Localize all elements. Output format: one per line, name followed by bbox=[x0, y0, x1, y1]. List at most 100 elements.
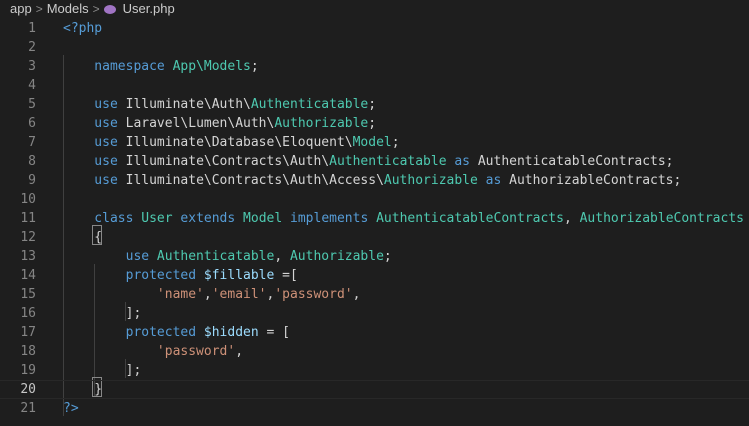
code-text: ]; bbox=[63, 361, 142, 380]
code-token: use bbox=[63, 135, 126, 150]
code-token: 'name' bbox=[63, 287, 204, 302]
code-text: 'name','email','password', bbox=[63, 285, 361, 304]
chevron-right-icon: > bbox=[35, 1, 43, 16]
breadcrumb-app[interactable]: app bbox=[10, 1, 32, 16]
code-text: ]; bbox=[63, 304, 142, 323]
line-number: 1 bbox=[28, 21, 36, 36]
line-number: 5 bbox=[28, 97, 36, 112]
code-line[interactable]: 4 bbox=[0, 76, 749, 95]
code-line[interactable]: 2 bbox=[0, 38, 749, 57]
line-number: 21 bbox=[20, 401, 36, 416]
code-text: use Laravel\Lumen\Auth\Authorizable; bbox=[63, 114, 376, 133]
code-line[interactable]: 9 use Illuminate\Contracts\Auth\Access\A… bbox=[0, 171, 749, 190]
code-text: { bbox=[63, 228, 102, 247]
chevron-right-icon: > bbox=[92, 1, 100, 16]
code-text: use Illuminate\Contracts\Auth\Authentica… bbox=[63, 152, 673, 171]
code-line[interactable]: 19 ]; bbox=[0, 361, 749, 380]
code-token: as bbox=[446, 154, 478, 169]
code-line[interactable]: 7 use Illuminate\Database\Eloquent\Model… bbox=[0, 133, 749, 152]
code-token: 'password' bbox=[274, 287, 353, 302]
code-text: } bbox=[63, 380, 102, 399]
code-token: Authenticatable bbox=[329, 154, 447, 169]
code-line[interactable]: 20 } bbox=[0, 380, 749, 399]
code-token: implements bbox=[282, 211, 377, 226]
code-line[interactable]: 5 use Illuminate\Auth\Authenticatable; bbox=[0, 95, 749, 114]
code-token: use bbox=[63, 173, 126, 188]
code-token: ?> bbox=[63, 401, 79, 416]
code-token: { bbox=[63, 230, 103, 245]
code-text: 'password', bbox=[63, 342, 243, 361]
code-token: Authenticatable bbox=[156, 249, 275, 264]
line-number: 7 bbox=[28, 135, 36, 150]
line-number: 19 bbox=[20, 363, 36, 378]
code-line[interactable]: 17 protected $hidden = [ bbox=[0, 323, 749, 342]
code-token: use bbox=[63, 116, 126, 131]
code-line[interactable]: 6 use Laravel\Lumen\Auth\Authorizable; bbox=[0, 114, 749, 133]
code-line[interactable]: 8 use Illuminate\Contracts\Auth\Authenti… bbox=[0, 152, 749, 171]
code-token: App\Models bbox=[172, 59, 251, 74]
code-text: namespace App\Models; bbox=[63, 57, 259, 76]
code-token: <?php bbox=[63, 21, 103, 36]
code-token: Illuminate\Contracts\Auth\ bbox=[125, 154, 330, 169]
code-token: 'email' bbox=[211, 287, 267, 302]
code-line[interactable]: 10 bbox=[0, 190, 749, 209]
code-token: namespace bbox=[63, 59, 173, 74]
line-number: 15 bbox=[20, 287, 36, 302]
code-token: Authorizable bbox=[274, 116, 369, 131]
code-text: use Illuminate\Database\Eloquent\Model; bbox=[63, 133, 399, 152]
code-line[interactable]: 3 namespace App\Models; bbox=[0, 57, 749, 76]
code-token: } bbox=[63, 382, 103, 397]
code-line[interactable]: 18 'password', bbox=[0, 342, 749, 361]
line-number: 18 bbox=[20, 344, 36, 359]
code-line[interactable]: 12 { bbox=[0, 228, 749, 247]
code-token: $fillable bbox=[203, 268, 275, 283]
code-token: AuthorizableContracts; bbox=[509, 173, 682, 188]
code-token: ; bbox=[383, 249, 392, 264]
code-token: , bbox=[203, 287, 212, 302]
code-line[interactable]: 11 class User extends Model implements A… bbox=[0, 209, 749, 228]
code-token: ; bbox=[368, 116, 377, 131]
code-token: ; bbox=[250, 59, 259, 74]
code-token: ]; bbox=[63, 363, 142, 378]
php-elephant-icon bbox=[103, 5, 116, 14]
code-line[interactable]: 14 protected $fillable =[ bbox=[0, 266, 749, 285]
code-token: =[ bbox=[274, 268, 298, 283]
code-text: <?php bbox=[63, 19, 102, 38]
code-line[interactable]: 16 ]; bbox=[0, 304, 749, 323]
code-token: class bbox=[63, 211, 142, 226]
breadcrumb-models[interactable]: Models bbox=[47, 1, 89, 16]
code-line[interactable]: 13 use Authenticatable, Authorizable; bbox=[0, 247, 749, 266]
code-token: as bbox=[477, 173, 510, 188]
code-token: Authorizable bbox=[289, 249, 384, 264]
line-number: 8 bbox=[28, 154, 36, 169]
code-line[interactable]: 15 'name','email','password', bbox=[0, 285, 749, 304]
code-token: protected bbox=[63, 268, 204, 283]
code-line[interactable]: 1 <?php bbox=[0, 19, 749, 38]
code-editor[interactable]: 1 <?php 2 3 namespace App\Models; 4 5 use Ill… bbox=[0, 17, 749, 426]
line-number: 2 bbox=[28, 40, 36, 55]
line-number: 6 bbox=[28, 116, 36, 131]
code-token: User bbox=[141, 211, 173, 226]
line-number: 12 bbox=[20, 230, 36, 245]
code-token: Illuminate\Auth\ bbox=[125, 97, 251, 112]
line-number: 20 bbox=[20, 382, 36, 397]
code-token: , bbox=[235, 344, 244, 359]
code-text: ?> bbox=[63, 399, 79, 418]
code-line[interactable]: 21 ?> bbox=[0, 399, 749, 418]
code-text: class User extends Model implements Auth… bbox=[63, 209, 744, 228]
code-text: use Illuminate\Auth\Authenticatable; bbox=[63, 95, 376, 114]
line-number: 14 bbox=[20, 268, 36, 283]
code-token: , bbox=[352, 287, 361, 302]
code-token: ; bbox=[368, 97, 377, 112]
code-token: $hidden bbox=[203, 325, 259, 340]
code-token: ]; bbox=[63, 306, 142, 321]
line-number: 4 bbox=[28, 78, 36, 93]
code-token: , bbox=[274, 249, 290, 264]
code-token: use bbox=[63, 249, 157, 264]
breadcrumb-file[interactable]: User.php bbox=[123, 1, 175, 16]
code-token: , bbox=[563, 211, 580, 226]
line-number: 13 bbox=[20, 249, 36, 264]
code-token: use bbox=[63, 97, 126, 112]
breadcrumb: app > Models > User.php bbox=[0, 0, 749, 17]
code-token: AuthenticatableContracts bbox=[376, 211, 564, 226]
